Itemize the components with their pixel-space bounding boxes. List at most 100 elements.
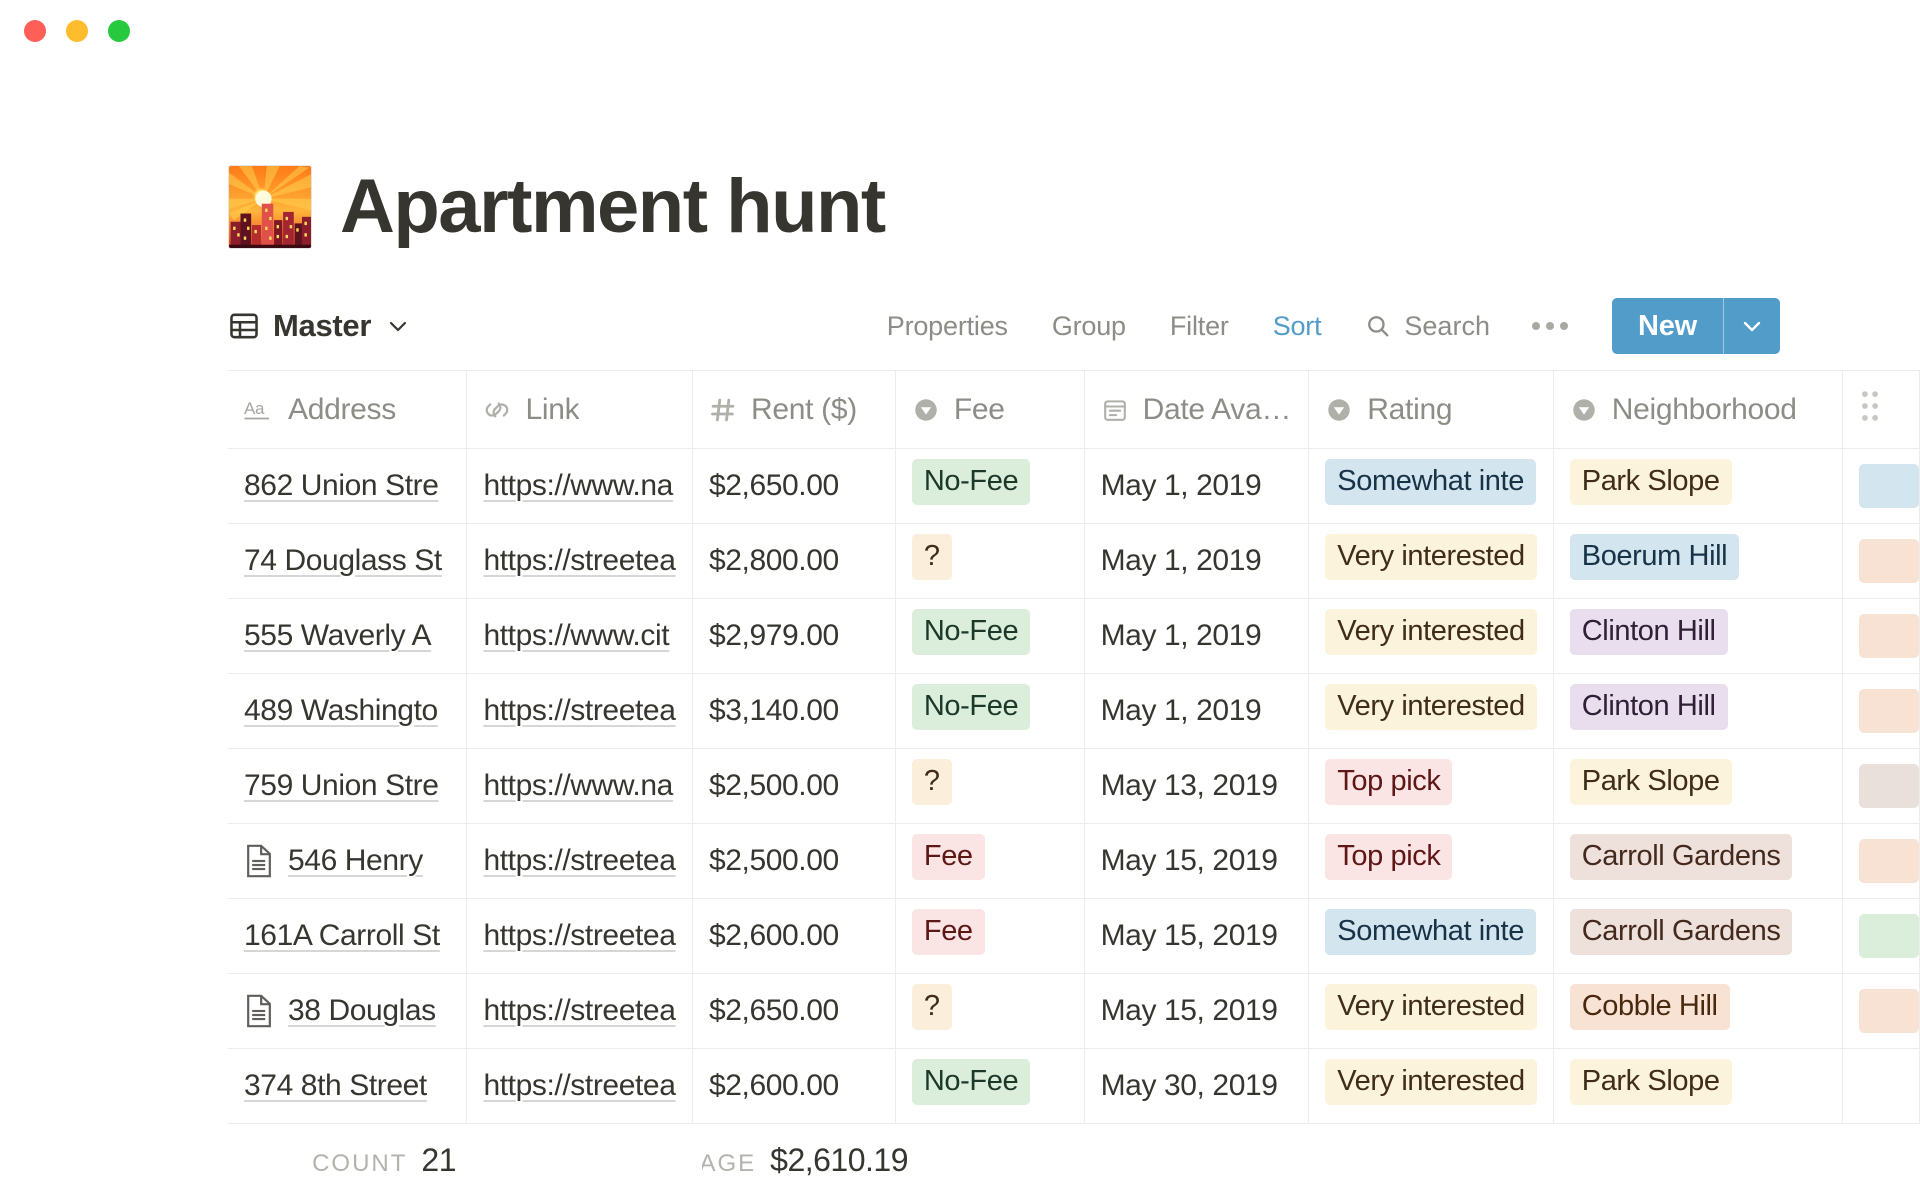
cell-address[interactable]: 489 Washingto <box>228 674 467 749</box>
search-button[interactable]: Search <box>1343 311 1506 342</box>
cell-overflow[interactable] <box>1842 674 1919 749</box>
group-button[interactable]: Group <box>1030 311 1148 342</box>
overflow-tag[interactable] <box>1859 839 1919 883</box>
cell-overflow[interactable] <box>1842 449 1919 524</box>
address-text[interactable]: 74 Douglass St <box>244 544 442 578</box>
address-text[interactable]: 38 Douglas <box>288 994 436 1028</box>
summary-count[interactable]: COUNT 21 <box>228 1142 476 1179</box>
neighborhood-tag[interactable]: Park Slope <box>1570 1059 1732 1105</box>
neighborhood-tag[interactable]: Boerum Hill <box>1570 534 1739 580</box>
page-title[interactable]: Apartment hunt <box>340 169 885 245</box>
cell-rating[interactable]: Somewhat inte <box>1309 449 1553 524</box>
more-options-button[interactable] <box>1506 322 1594 330</box>
sort-button[interactable]: Sort <box>1251 311 1344 342</box>
rating-tag[interactable]: Top pick <box>1325 759 1452 805</box>
cell-fee[interactable]: ? <box>895 524 1084 599</box>
cell-neighborhood[interactable]: Boerum Hill <box>1553 524 1842 599</box>
table-row[interactable]: 759 Union Strehttps://www.na$2,500.00?Ma… <box>228 749 1920 824</box>
address-text[interactable]: 546 Henry <box>288 844 423 878</box>
cell-date-available[interactable]: May 1, 2019 <box>1084 674 1309 749</box>
neighborhood-tag[interactable]: Clinton Hill <box>1570 609 1728 655</box>
fee-tag[interactable]: No-Fee <box>912 1059 1030 1105</box>
cell-address[interactable]: 546 Henry <box>228 824 467 899</box>
cell-rating[interactable]: Top pick <box>1309 749 1553 824</box>
overflow-tag[interactable] <box>1859 539 1919 583</box>
rating-tag[interactable]: Somewhat inte <box>1325 459 1536 505</box>
cell-overflow[interactable] <box>1842 899 1919 974</box>
cell-address[interactable]: 74 Douglass St <box>228 524 467 599</box>
fee-tag[interactable]: ? <box>912 534 952 580</box>
cell-rating[interactable]: Very interested <box>1309 1049 1553 1124</box>
cell-neighborhood[interactable]: Park Slope <box>1553 1049 1842 1124</box>
table-row[interactable]: 38 Douglashttps://streetea$2,650.00?May … <box>228 974 1920 1049</box>
cell-link[interactable]: https://www.na <box>467 449 693 524</box>
cell-fee[interactable]: No-Fee <box>895 1049 1084 1124</box>
neighborhood-tag[interactable]: Clinton Hill <box>1570 684 1728 730</box>
rating-tag[interactable]: Top pick <box>1325 834 1452 880</box>
table-row[interactable]: 74 Douglass Sthttps://streetea$2,800.00?… <box>228 524 1920 599</box>
cell-date-available[interactable]: May 1, 2019 <box>1084 449 1309 524</box>
view-selector[interactable]: Master <box>228 308 410 344</box>
table-row[interactable]: 555 Waverly Ahttps://www.cit$2,979.00No-… <box>228 599 1920 674</box>
link-text[interactable]: https://streetea <box>483 844 675 878</box>
summary-rent-average[interactable]: RAGE $2,610.19 <box>702 1142 928 1179</box>
cell-date-available[interactable]: May 1, 2019 <box>1084 599 1309 674</box>
overflow-tag[interactable] <box>1859 614 1919 658</box>
cell-neighborhood[interactable]: Clinton Hill <box>1553 674 1842 749</box>
neighborhood-tag[interactable]: Cobble Hill <box>1570 984 1730 1030</box>
rating-tag[interactable]: Very interested <box>1325 609 1536 655</box>
fee-tag[interactable]: No-Fee <box>912 684 1030 730</box>
cell-fee[interactable]: Fee <box>895 899 1084 974</box>
zoom-button[interactable] <box>108 20 130 42</box>
cell-address[interactable]: 555 Waverly A <box>228 599 467 674</box>
overflow-tag[interactable] <box>1859 914 1919 958</box>
table-row[interactable]: 161A Carroll Sthttps://streetea$2,600.00… <box>228 899 1920 974</box>
cell-rent[interactable]: $2,650.00 <box>692 449 895 524</box>
cell-link[interactable]: https://streetea <box>467 824 693 899</box>
cityscape-at-dusk-icon[interactable] <box>228 165 312 249</box>
link-text[interactable]: https://www.cit <box>483 619 669 653</box>
link-text[interactable]: https://streetea <box>483 919 675 953</box>
cell-link[interactable]: https://streetea <box>467 674 693 749</box>
properties-button[interactable]: Properties <box>865 311 1030 342</box>
cell-address[interactable]: 862 Union Stre <box>228 449 467 524</box>
cell-rent[interactable]: $2,650.00 <box>692 974 895 1049</box>
fee-tag[interactable]: No-Fee <box>912 609 1030 655</box>
cell-address[interactable]: 759 Union Stre <box>228 749 467 824</box>
cell-neighborhood[interactable]: Carroll Gardens <box>1553 899 1842 974</box>
column-header-address[interactable]: Aa Address <box>228 371 467 449</box>
cell-link[interactable]: https://streetea <box>467 1049 693 1124</box>
fee-tag[interactable]: ? <box>912 759 952 805</box>
cell-neighborhood[interactable]: Cobble Hill <box>1553 974 1842 1049</box>
neighborhood-tag[interactable]: Carroll Gardens <box>1570 834 1793 880</box>
cell-address[interactable]: 161A Carroll St <box>228 899 467 974</box>
cell-fee[interactable]: No-Fee <box>895 449 1084 524</box>
cell-rent[interactable]: $2,500.00 <box>692 749 895 824</box>
minimize-button[interactable] <box>66 20 88 42</box>
column-header-neighborhood[interactable]: Neighborhood <box>1553 371 1842 449</box>
cell-overflow[interactable] <box>1842 1049 1919 1124</box>
cell-fee[interactable]: No-Fee <box>895 674 1084 749</box>
address-text[interactable]: 489 Washingto <box>244 694 438 728</box>
link-text[interactable]: https://www.na <box>483 469 673 503</box>
rating-tag[interactable]: Very interested <box>1325 1059 1536 1105</box>
cell-fee[interactable]: ? <box>895 974 1084 1049</box>
address-text[interactable]: 759 Union Stre <box>244 769 439 803</box>
cell-date-available[interactable]: May 15, 2019 <box>1084 899 1309 974</box>
cell-overflow[interactable] <box>1842 749 1919 824</box>
cell-link[interactable]: https://streetea <box>467 899 693 974</box>
cell-rating[interactable]: Very interested <box>1309 524 1553 599</box>
cell-neighborhood[interactable]: Park Slope <box>1553 449 1842 524</box>
overflow-tag[interactable] <box>1859 989 1919 1033</box>
cell-fee[interactable]: No-Fee <box>895 599 1084 674</box>
cell-neighborhood[interactable]: Park Slope <box>1553 749 1842 824</box>
overflow-tag[interactable] <box>1859 764 1919 808</box>
link-text[interactable]: https://streetea <box>483 544 675 578</box>
cell-date-available[interactable]: May 13, 2019 <box>1084 749 1309 824</box>
rating-tag[interactable]: Very interested <box>1325 984 1536 1030</box>
neighborhood-tag[interactable]: Carroll Gardens <box>1570 909 1793 955</box>
table-row[interactable]: 374 8th Streethttps://streetea$2,600.00N… <box>228 1049 1920 1124</box>
cell-date-available[interactable]: May 15, 2019 <box>1084 974 1309 1049</box>
address-text[interactable]: 161A Carroll St <box>244 919 440 953</box>
cell-rent[interactable]: $3,140.00 <box>692 674 895 749</box>
